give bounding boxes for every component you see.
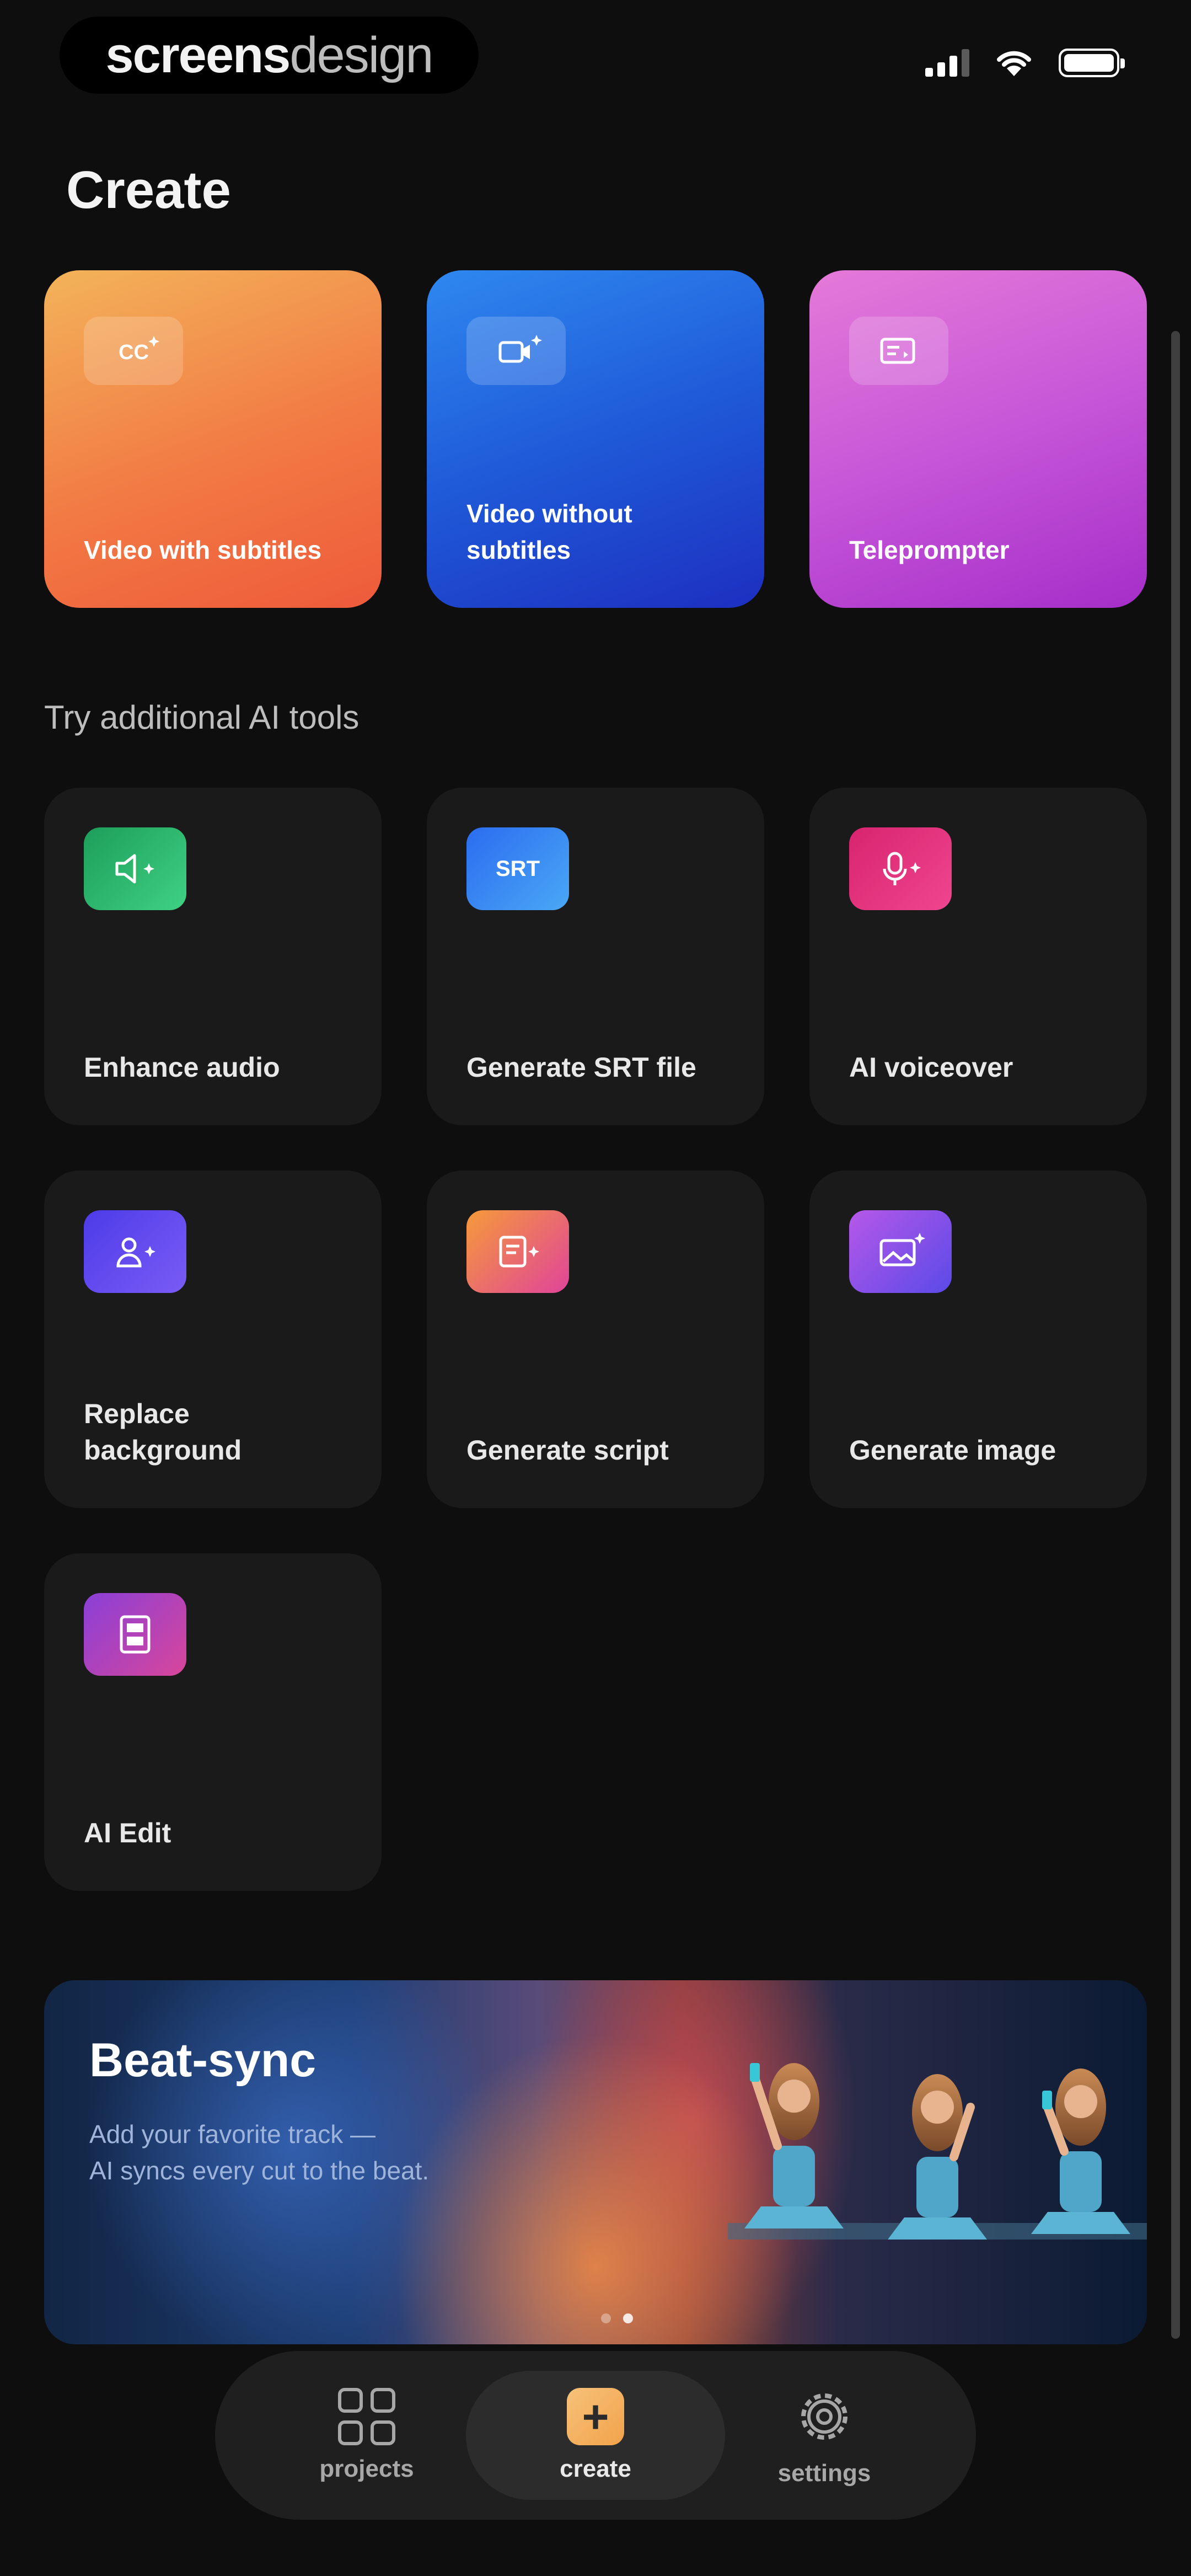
tab-label: create [560,2455,631,2482]
wifi-icon [997,51,1031,76]
pagination-dot[interactable] [601,2313,611,2323]
brand-logo-light: design [289,26,433,83]
card-label: Teleprompter [849,536,1010,564]
gear-icon [801,2393,847,2440]
image-sparkle-icon [849,1210,952,1293]
card-label: AI Edit [84,1818,171,1848]
brand-logo: screens design [60,17,479,94]
ai-edit-card[interactable]: AI Edit [44,1553,382,1891]
dancers-illustration [728,2063,1147,2240]
tab-label: projects [319,2455,414,2482]
replace-background-card[interactable]: Replace background [44,1171,382,1508]
banner-subtitle-line1: Add your favorite track — [89,2120,375,2149]
tab-label: settings [777,2460,871,2487]
teleprompter-icon [849,317,948,385]
card-label: Video without subtitles [466,499,632,564]
generate-script-card[interactable]: Generate script [427,1171,764,1508]
cellular-signal-icon [925,49,969,77]
banner-subtitle: Add your favorite track — AI syncs every… [89,2116,586,2189]
tab-projects[interactable]: projects [237,2371,496,2500]
tab-bar: projects + create settings [215,2351,976,2520]
microphone-sparkle-icon [849,827,952,910]
srt-icon: SRT [466,827,569,910]
ai-voiceover-card[interactable]: AI voiceover [809,788,1147,1125]
card-label: Enhance audio [84,1052,280,1083]
srt-icon-text: SRT [496,856,540,881]
tab-settings[interactable]: settings [695,2371,954,2500]
cc-icon: CC [84,317,183,385]
scrollbar[interactable] [1171,331,1180,2339]
tab-create[interactable]: + create [466,2371,725,2500]
ai-tools-section-title: Try additional AI tools [44,699,360,736]
speaker-sparkle-icon [84,827,186,910]
banner-title: Beat-sync [89,2034,316,2087]
generate-srt-file-card[interactable]: SRT Generate SRT file [427,788,764,1125]
status-bar: screens design [0,0,1191,121]
film-edit-icon [84,1593,186,1676]
card-label: Generate image [849,1435,1056,1466]
video-without-subtitles-card[interactable]: Video without subtitles [427,270,764,608]
card-label: Video with subtitles [84,536,322,564]
banner-pagination [601,2313,633,2323]
plus-square-icon: + [567,2388,624,2445]
status-icons [925,49,1125,77]
script-sparkle-icon [466,1210,569,1293]
svg-text:CC: CC [119,341,149,364]
brand-logo-bold: screens [105,26,291,83]
beat-sync-banner[interactable]: Beat-sync Add your favorite track — AI s… [44,1980,1147,2344]
card-label: Generate script [466,1435,669,1466]
banner-subtitle-line2: AI syncs every cut to the beat. [89,2156,430,2185]
card-label: Generate SRT file [466,1052,696,1083]
grid-icon [338,2388,395,2445]
card-label: Replace background [84,1398,242,1466]
page-title: Create [66,161,231,220]
person-sparkle-icon [84,1210,186,1293]
battery-icon [1059,49,1125,77]
enhance-audio-card[interactable]: Enhance audio [44,788,382,1125]
card-label: AI voiceover [849,1052,1013,1083]
teleprompter-card[interactable]: Teleprompter [809,270,1147,608]
generate-image-card[interactable]: Generate image [809,1171,1147,1508]
pagination-dot-active[interactable] [623,2313,633,2323]
video-with-subtitles-card[interactable]: CC Video with subtitles [44,270,382,608]
video-camera-icon [466,317,566,385]
